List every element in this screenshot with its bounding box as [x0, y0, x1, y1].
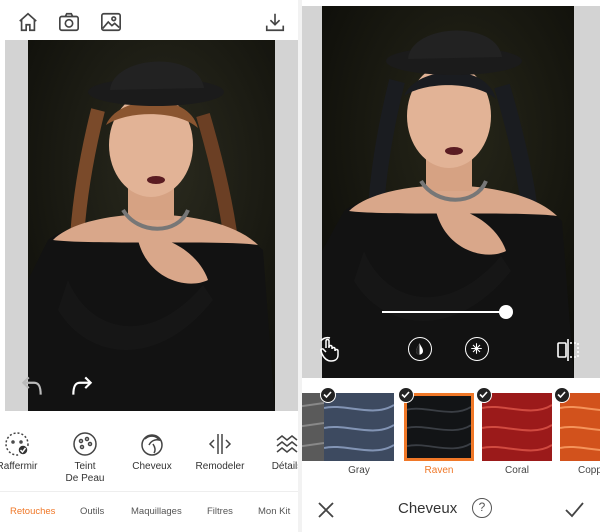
help-button[interactable]: ?	[472, 498, 492, 518]
tool-title: Cheveux	[398, 500, 458, 517]
compare-icon[interactable]	[555, 337, 581, 363]
tool-raffermir[interactable]: Raffermir	[0, 425, 52, 473]
apply-check-icon[interactable]	[564, 500, 584, 520]
hair-icon	[139, 431, 165, 457]
swatch-gray[interactable]: Gray	[324, 393, 394, 476]
check-icon	[320, 387, 336, 403]
tab-outils[interactable]: Outils	[80, 506, 104, 517]
category-tabs: Retouches Outils Maquillages Filtres Mon…	[0, 491, 298, 532]
sparkle-icon[interactable]	[465, 337, 489, 361]
swatch-copper[interactable]: Copper	[554, 387, 600, 476]
check-icon	[476, 387, 492, 403]
check-icon	[554, 387, 570, 403]
redo-icon[interactable]	[69, 373, 95, 399]
hair-color-swatches: Gray Raven Coral Copper	[302, 385, 600, 485]
portrait-photo	[28, 40, 275, 411]
swatch-partial-left[interactable]	[302, 387, 336, 461]
right-screen: Gray Raven Coral Copper Cheveux ?	[302, 0, 600, 532]
tool-remodeler[interactable]: Remodeler	[185, 425, 255, 473]
tab-mon-kit[interactable]: Mon Kit	[258, 506, 290, 517]
camera-icon[interactable]	[58, 11, 80, 33]
photo-canvas-hair[interactable]	[302, 6, 600, 378]
tab-filtres[interactable]: Filtres	[207, 506, 233, 517]
portrait-photo-raven-hair	[322, 6, 574, 378]
contrast-icon[interactable]	[408, 337, 432, 361]
close-icon[interactable]	[316, 500, 336, 520]
undo-icon[interactable]	[19, 373, 45, 399]
retouch-tools-row: Raffermir Teint De Peau Cheveux Remodele…	[0, 425, 298, 491]
tool-teint-de-peau[interactable]: Teint De Peau	[50, 425, 120, 485]
tool-details[interactable]: Détails	[252, 425, 298, 473]
swatch-coral[interactable]: Coral	[476, 387, 552, 476]
palette-icon	[72, 431, 98, 457]
top-toolbar	[0, 0, 298, 42]
tool-cheveux[interactable]: Cheveux	[117, 425, 187, 473]
photo-canvas[interactable]	[5, 40, 298, 411]
intensity-slider-track[interactable]	[382, 311, 502, 313]
download-icon[interactable]	[264, 11, 286, 33]
wave-detail-icon	[274, 431, 298, 457]
gallery-icon[interactable]	[100, 11, 122, 33]
tab-retouches[interactable]: Retouches	[10, 506, 55, 517]
hair-tool-bottom-bar: Cheveux ?	[302, 488, 600, 532]
reshape-icon	[207, 431, 233, 457]
left-screen: Raffermir Teint De Peau Cheveux Remodele…	[0, 0, 298, 532]
intensity-slider-knob[interactable]	[499, 305, 513, 319]
smile-face-icon	[4, 431, 30, 457]
brush-hand-icon[interactable]	[318, 336, 344, 362]
swatch-raven[interactable]: Raven	[398, 387, 474, 476]
tab-maquillages[interactable]: Maquillages	[131, 506, 182, 517]
check-icon	[398, 387, 414, 403]
home-icon[interactable]	[17, 11, 39, 33]
